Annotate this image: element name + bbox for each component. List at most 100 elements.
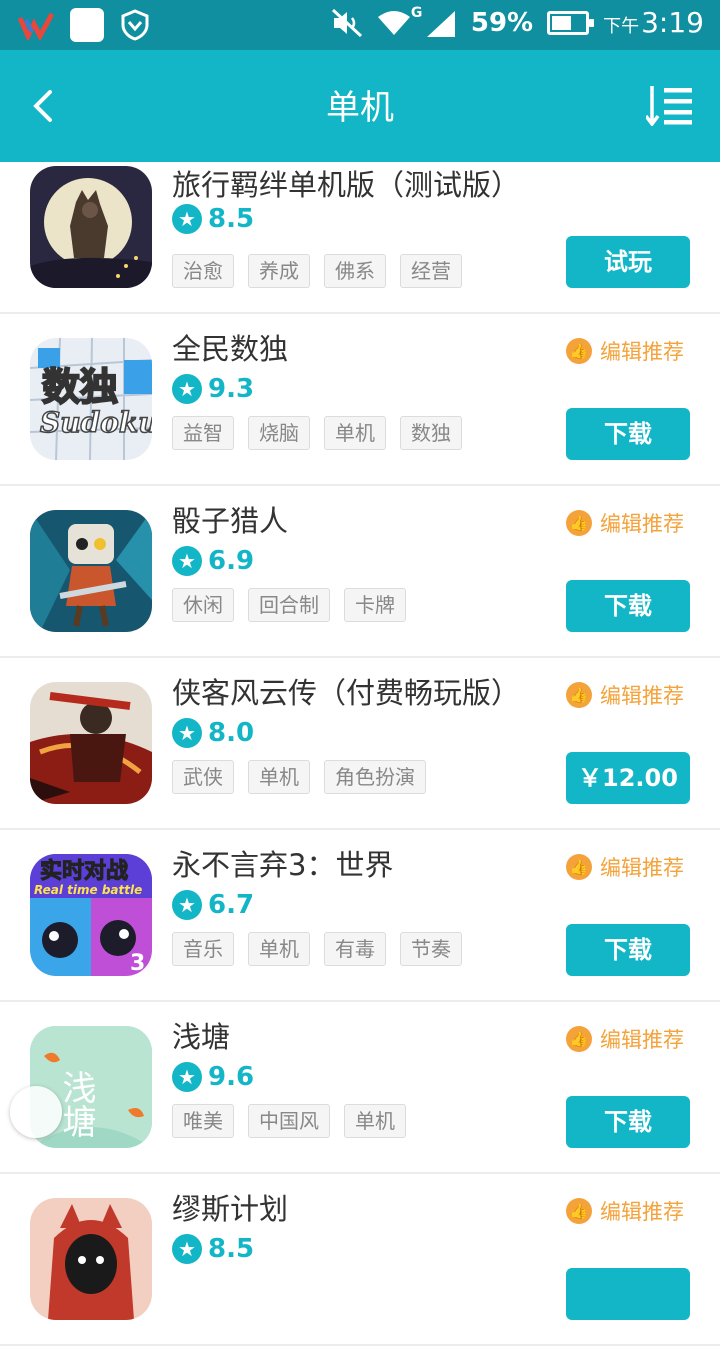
list-item-game[interactable]: 浅塘 浅塘 👍 编辑推荐 ★ 9.6 唯美 中国风 单机 下载 xyxy=(0,1002,720,1174)
editor-recommend-badge: 👍 编辑推荐 xyxy=(566,1196,684,1226)
status-bar: G 59% 下午3:19 xyxy=(0,0,720,50)
download-button[interactable]: 下载 xyxy=(566,408,690,460)
system-status: G 59% 下午3:19 xyxy=(331,4,704,39)
signal-icon xyxy=(426,10,455,37)
game-rating: ★ 9.3 xyxy=(172,374,254,404)
star-icon: ★ xyxy=(172,204,202,234)
game-icon-sudoku: 数独 Sudoku xyxy=(30,338,152,460)
game-name[interactable]: 浅塘 xyxy=(172,1014,230,1056)
tag-list: 武侠 单机 角色扮演 xyxy=(172,760,426,794)
tag[interactable]: 单机 xyxy=(248,932,310,966)
game-rating: ★ 9.6 xyxy=(172,1062,254,1092)
buy-price-button[interactable]: ￥12.00 xyxy=(566,752,690,804)
tag[interactable]: 回合制 xyxy=(248,588,330,622)
rating-score: 8.5 xyxy=(208,1234,255,1264)
app-notification-icon xyxy=(17,10,55,42)
svg-text:3: 3 xyxy=(130,951,145,976)
tag-list: 唯美 中国风 单机 xyxy=(172,1104,406,1138)
clock: 下午3:19 xyxy=(603,6,704,39)
tag[interactable]: 音乐 xyxy=(172,932,234,966)
tag[interactable]: 中国风 xyxy=(248,1104,330,1138)
list-item-game[interactable]: 缪斯计划 👍 编辑推荐 ★ 8.5 xyxy=(0,1174,720,1346)
tag[interactable]: 佛系 xyxy=(324,254,386,288)
recommend-label: 编辑推荐 xyxy=(600,512,684,536)
tag[interactable]: 武侠 xyxy=(172,760,234,794)
tag-list: 治愈 养成 佛系 经营 xyxy=(172,254,462,288)
tag[interactable]: 单机 xyxy=(324,416,386,450)
recommend-label: 编辑推荐 xyxy=(600,856,684,880)
tag[interactable]: 益智 xyxy=(172,416,234,450)
tag[interactable]: 单机 xyxy=(248,760,310,794)
battery-percent: 59% xyxy=(470,7,534,38)
game-name[interactable]: 永不言弃3：世界 xyxy=(172,842,393,884)
battery-level-fill xyxy=(552,15,572,30)
game-icon-travel-frog xyxy=(30,166,152,288)
editor-recommend-badge: 👍 编辑推荐 xyxy=(566,680,684,710)
pond-icon-text: 浅塘 xyxy=(56,1070,96,1138)
tag[interactable]: 角色扮演 xyxy=(324,760,426,794)
editor-recommend-badge: 👍 编辑推荐 xyxy=(566,852,684,882)
download-button[interactable]: 下载 xyxy=(566,580,690,632)
tag[interactable]: 唯美 xyxy=(172,1104,234,1138)
sort-list-icon xyxy=(644,86,692,127)
game-rating: ★ 6.7 xyxy=(172,890,254,920)
mute-icon xyxy=(331,8,362,37)
signal-type-label: G xyxy=(410,4,423,21)
tag-list: 益智 烧脑 单机 数独 xyxy=(172,416,462,450)
recommend-label: 编辑推荐 xyxy=(600,1200,684,1224)
rating-score: 8.5 xyxy=(208,204,255,234)
game-icon-never-give-up: 实时对战 Real time battle 3 xyxy=(30,854,152,976)
thumbs-up-icon: 👍 xyxy=(566,682,592,708)
list-item-game[interactable]: 数独 Sudoku 全民数独 👍 编辑推荐 ★ 9.3 益智 烧脑 单机 数独 下载 xyxy=(0,314,720,486)
game-name[interactable]: 全民数独 xyxy=(172,326,288,368)
sudoku-icon-cn: 数独 xyxy=(42,365,118,409)
tag[interactable]: 养成 xyxy=(248,254,310,288)
list-item-game[interactable]: 实时对战 Real time battle 3 永不言弃3：世界 👍 编辑推荐 ★… xyxy=(0,830,720,1002)
game-list: 旅行羁绊单机版（测试版） ★ 8.5 治愈 养成 佛系 经营 试玩 数独 Sudo… xyxy=(0,162,720,1346)
tag[interactable]: 有毒 xyxy=(324,932,386,966)
game-icon-xiake xyxy=(30,682,152,804)
tag[interactable]: 数独 xyxy=(400,416,462,450)
game-icon-muse-project xyxy=(30,1198,152,1320)
page-title: 单机 xyxy=(326,88,394,128)
editor-recommend-badge: 👍 编辑推荐 xyxy=(566,336,684,366)
list-item-game[interactable]: 骰子猎人 👍 编辑推荐 ★ 6.9 休闲 回合制 卡牌 下载 xyxy=(0,486,720,658)
tag-list: 休闲 回合制 卡牌 xyxy=(172,588,406,622)
tag-list: 音乐 单机 有毒 节奏 xyxy=(172,932,462,966)
realtime-icon-en: Real time battle xyxy=(34,883,142,897)
rating-score: 6.7 xyxy=(208,890,255,920)
star-icon: ★ xyxy=(172,1062,202,1092)
tag[interactable]: 烧脑 xyxy=(248,416,310,450)
clock-prefix: 下午 xyxy=(603,16,640,37)
realtime-icon-cn: 实时对战 xyxy=(40,858,128,884)
game-rating: ★ 8.5 xyxy=(172,1234,254,1264)
tag[interactable]: 卡牌 xyxy=(344,588,406,622)
tag[interactable]: 节奏 xyxy=(400,932,462,966)
game-name[interactable]: 旅行羁绊单机版（测试版） xyxy=(172,162,520,204)
game-name[interactable]: 侠客风云传（付费畅玩版） xyxy=(172,670,520,712)
sort-button[interactable] xyxy=(644,84,694,127)
download-button[interactable] xyxy=(566,1268,690,1320)
list-item-game[interactable]: 侠客风云传（付费畅玩版） 👍 编辑推荐 ★ 8.0 武侠 单机 角色扮演 ￥12.0… xyxy=(0,658,720,830)
star-icon: ★ xyxy=(172,1234,202,1264)
thumbs-up-icon: 👍 xyxy=(566,510,592,536)
game-name[interactable]: 骰子猎人 xyxy=(172,498,288,540)
game-name[interactable]: 缪斯计划 xyxy=(172,1186,288,1228)
game-rating: ★ 8.0 xyxy=(172,718,254,748)
clock-time: 3:19 xyxy=(641,6,704,39)
floating-assist-button[interactable] xyxy=(10,1086,62,1138)
tag[interactable]: 治愈 xyxy=(172,254,234,288)
tag[interactable]: 单机 xyxy=(344,1104,406,1138)
star-icon: ★ xyxy=(172,718,202,748)
list-item-game[interactable]: 旅行羁绊单机版（测试版） ★ 8.5 治愈 养成 佛系 经营 试玩 xyxy=(0,162,720,314)
download-button[interactable]: 下载 xyxy=(566,924,690,976)
tag[interactable]: 经营 xyxy=(400,254,462,288)
recommend-label: 编辑推荐 xyxy=(600,1028,684,1052)
tag[interactable]: 休闲 xyxy=(172,588,234,622)
notification-icons xyxy=(17,8,150,42)
editor-recommend-badge: 👍 编辑推荐 xyxy=(566,508,684,538)
battery-icon xyxy=(547,10,595,35)
download-button[interactable]: 下载 xyxy=(566,1096,690,1148)
try-play-button[interactable]: 试玩 xyxy=(566,236,690,288)
rating-score: 6.9 xyxy=(208,546,255,576)
